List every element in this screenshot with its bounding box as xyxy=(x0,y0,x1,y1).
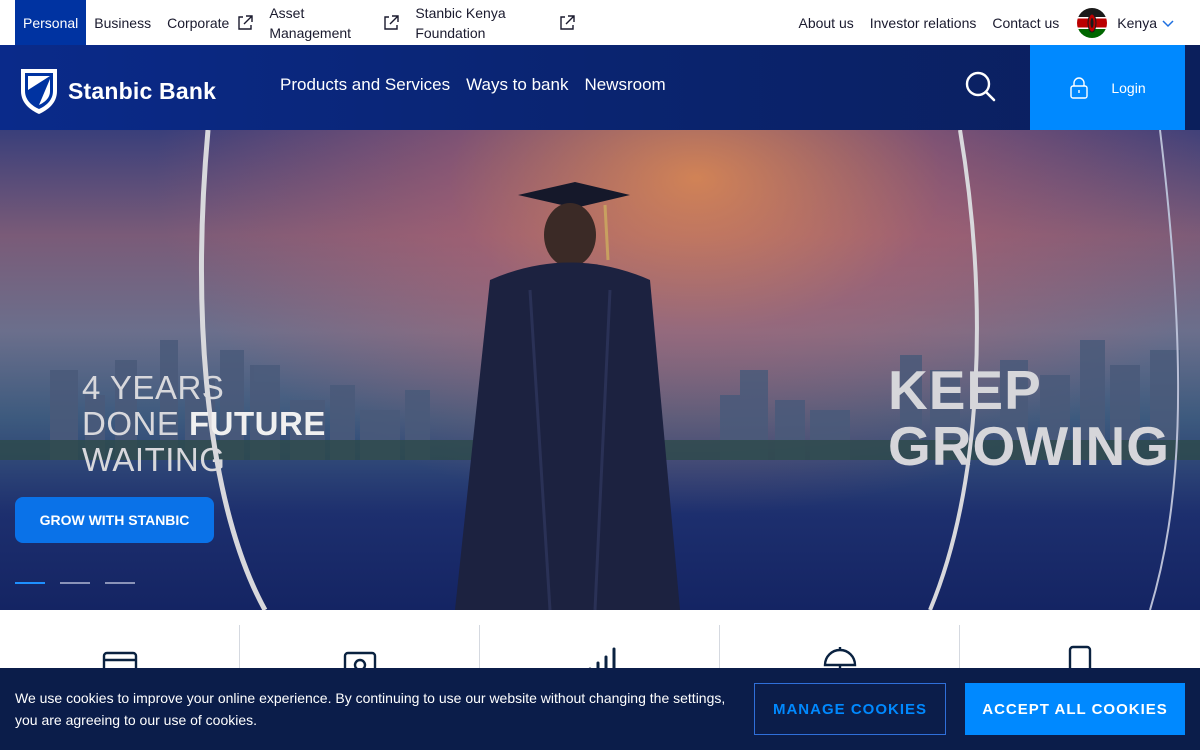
nav-products-and-services[interactable]: Products and Services xyxy=(272,75,458,95)
search-icon[interactable] xyxy=(962,68,998,104)
tab-business[interactable]: Business xyxy=(86,0,159,45)
main-nav: Products and Services Ways to bank Newsr… xyxy=(272,75,674,95)
carousel-dot[interactable] xyxy=(105,582,135,584)
manage-cookies-button[interactable]: MANAGE COOKIES xyxy=(754,683,946,735)
nav-newsroom[interactable]: Newsroom xyxy=(576,75,673,95)
cookie-message: We use cookies to improve your online ex… xyxy=(15,690,726,728)
about-us-link[interactable]: About us xyxy=(790,15,861,31)
main-header: Stanbic Bank Products and Services Ways … xyxy=(0,45,1200,130)
accept-all-cookies-button[interactable]: ACCEPT ALL COOKIES xyxy=(965,683,1185,735)
login-button[interactable]: Login xyxy=(1030,45,1185,130)
graduate-figure-image xyxy=(455,182,680,610)
tab-personal[interactable]: Personal xyxy=(15,0,87,45)
carousel-indicators xyxy=(15,582,150,584)
external-link-icon xyxy=(384,14,400,30)
top-utility-bar: Personal Business Corporate Asset Manage… xyxy=(0,0,1200,45)
quick-links-row xyxy=(0,610,1200,685)
carousel-dot[interactable] xyxy=(60,582,90,584)
lock-icon xyxy=(1070,76,1089,99)
cookie-banner: We use cookies to improve your online ex… xyxy=(0,668,1200,750)
shield-logo-icon xyxy=(21,69,57,114)
top-right-links: About us Investor relations Contact us K… xyxy=(790,0,1200,45)
external-link-icon xyxy=(238,14,254,30)
tab-asset-management[interactable]: Asset Management xyxy=(261,0,407,45)
grow-with-stanbic-button[interactable]: GROW WITH STANBIC xyxy=(15,497,214,543)
kenya-flag-icon[interactable] xyxy=(1077,7,1108,38)
hero-slogan-right: KEEP GROWING xyxy=(888,359,1170,477)
carousel-dot[interactable] xyxy=(15,582,45,584)
nav-ways-to-bank[interactable]: Ways to bank xyxy=(458,75,576,95)
brand-name: Stanbic Bank xyxy=(68,77,217,104)
chevron-down-icon[interactable] xyxy=(1161,16,1175,30)
contact-us-link[interactable]: Contact us xyxy=(984,15,1067,31)
hero-banner: 4 YEARS DONE FUTURE WAITING KEEP GROWING… xyxy=(0,130,1200,610)
stanbic-logo[interactable]: Stanbic Bank xyxy=(18,66,216,116)
tab-stanbic-kenya-foundation[interactable]: Stanbic Kenya Foundation xyxy=(407,0,583,45)
country-selector[interactable]: Kenya xyxy=(1117,15,1157,31)
hero-slogan-left: 4 YEARS DONE FUTURE WAITING xyxy=(82,369,326,478)
investor-relations-link[interactable]: Investor relations xyxy=(862,15,985,31)
tab-corporate[interactable]: Corporate xyxy=(159,0,261,45)
external-link-icon xyxy=(560,14,576,30)
